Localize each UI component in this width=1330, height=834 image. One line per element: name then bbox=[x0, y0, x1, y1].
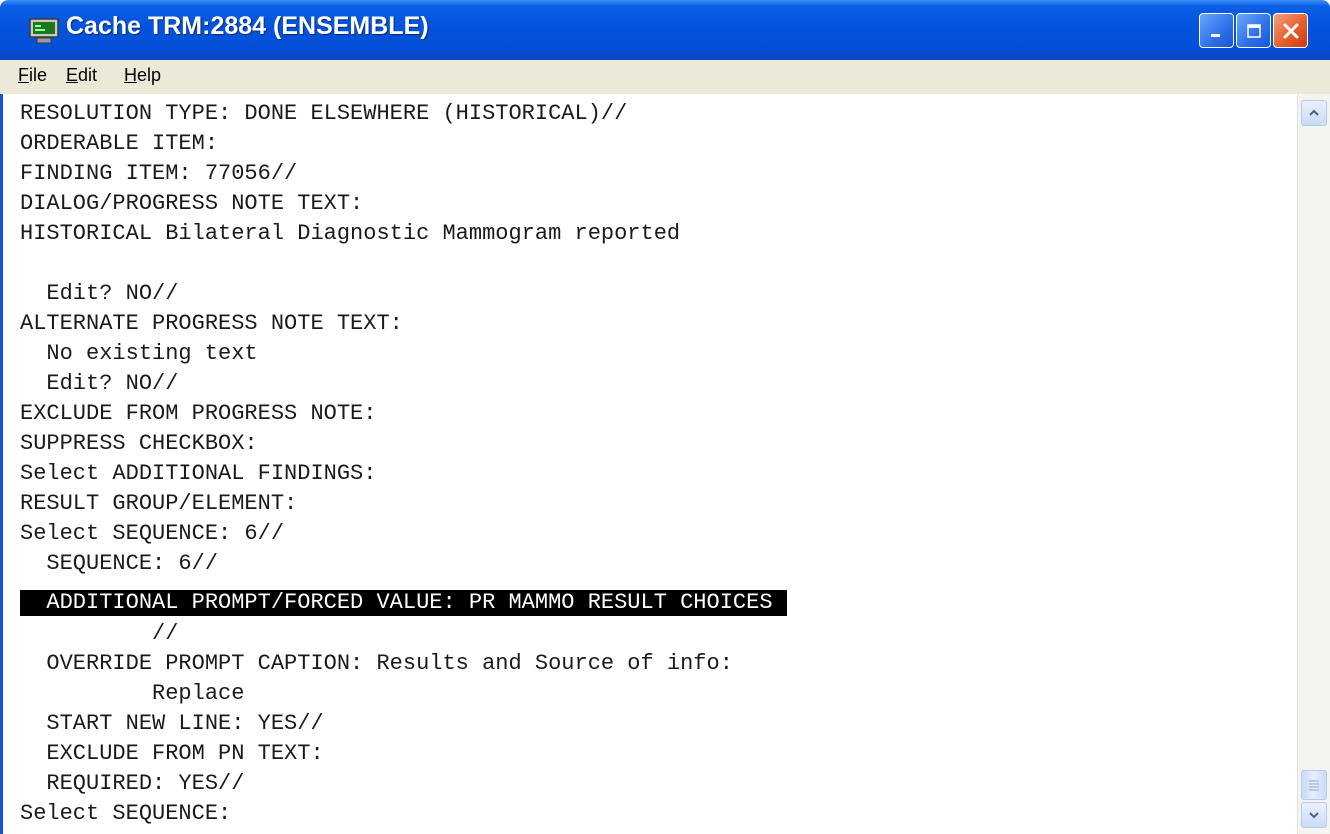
terminal-window: Cache TRM:2884 (ENSEMBLE) File Edit Help… bbox=[0, 0, 1330, 834]
minimize-icon bbox=[1210, 33, 1220, 37]
scroll-down-button[interactable] bbox=[1301, 802, 1327, 828]
terminal-line: HISTORICAL Bilateral Diagnostic Mammogra… bbox=[20, 221, 681, 246]
menu-file-accel: F bbox=[18, 65, 29, 85]
terminal-line: FINDING ITEM: 77056// bbox=[20, 161, 298, 186]
terminal-line: RESOLUTION TYPE: DONE ELSEWHERE (HISTORI… bbox=[20, 101, 628, 126]
scroll-thumb[interactable] bbox=[1301, 770, 1327, 800]
menu-help-accel: H bbox=[124, 65, 137, 85]
terminal-line: No existing text bbox=[20, 341, 258, 366]
terminal-line: SEQUENCE: 6// bbox=[20, 551, 219, 576]
terminal-line: SUPPRESS CHECKBOX: bbox=[20, 431, 258, 456]
close-button[interactable] bbox=[1273, 13, 1308, 48]
window-title: Cache TRM:2884 (ENSEMBLE) bbox=[66, 12, 429, 40]
scroll-up-button[interactable] bbox=[1301, 100, 1327, 126]
minimize-button[interactable] bbox=[1199, 13, 1234, 48]
terminal-app-icon[interactable] bbox=[29, 18, 59, 44]
terminal-line: Edit? NO// bbox=[20, 281, 179, 306]
menu-bar: File Edit Help bbox=[0, 60, 1330, 94]
terminal-line: ORDERABLE ITEM: bbox=[20, 131, 219, 156]
menu-file-label: ile bbox=[29, 65, 48, 85]
chevron-up-icon bbox=[1309, 109, 1319, 116]
terminal-line-highlighted: ADDITIONAL PROMPT/FORCED VALUE: PR MAMMO… bbox=[20, 590, 787, 616]
menu-edit-accel: E bbox=[66, 65, 79, 85]
terminal-line: Select ADDITIONAL FINDINGS: bbox=[20, 461, 377, 486]
terminal-line: DIALOG/PROGRESS NOTE TEXT: bbox=[20, 191, 364, 216]
terminal-line: OVERRIDE PROMPT CAPTION: Results and Sou… bbox=[20, 651, 733, 676]
menu-help-label: elp bbox=[137, 65, 162, 85]
menu-file[interactable]: File bbox=[18, 65, 47, 86]
chevron-down-icon bbox=[1309, 812, 1319, 819]
menu-help[interactable]: Help bbox=[124, 65, 161, 86]
close-icon bbox=[1283, 23, 1298, 38]
terminal-screen[interactable]: RESOLUTION TYPE: DONE ELSEWHERE (HISTORI… bbox=[0, 94, 1297, 834]
terminal-line: RESULT GROUP/ELEMENT: bbox=[20, 491, 298, 516]
terminal-line: ALTERNATE PROGRESS NOTE TEXT: bbox=[20, 311, 403, 336]
terminal-line: Edit? NO// bbox=[20, 371, 179, 396]
terminal-line: // bbox=[20, 621, 179, 646]
terminal-line: Select SEQUENCE: 6// bbox=[20, 521, 285, 546]
maximize-button[interactable] bbox=[1236, 13, 1271, 48]
menu-edit[interactable]: Edit bbox=[66, 65, 97, 86]
terminal-line: EXCLUDE FROM PROGRESS NOTE: bbox=[20, 401, 377, 426]
terminal-line: Select SEQUENCE: bbox=[20, 801, 232, 826]
vertical-scrollbar[interactable] bbox=[1297, 94, 1330, 834]
terminal-line: REQUIRED: YES// bbox=[20, 771, 245, 796]
title-bar[interactable]: Cache TRM:2884 (ENSEMBLE) bbox=[0, 0, 1330, 60]
terminal-line: EXCLUDE FROM PN TEXT: bbox=[20, 741, 324, 766]
terminal-line: Replace bbox=[20, 681, 245, 706]
terminal-line: START NEW LINE: YES// bbox=[20, 711, 324, 736]
maximize-icon bbox=[1246, 23, 1261, 38]
menu-edit-label: dit bbox=[78, 65, 98, 85]
grip-icon bbox=[1309, 780, 1319, 791]
